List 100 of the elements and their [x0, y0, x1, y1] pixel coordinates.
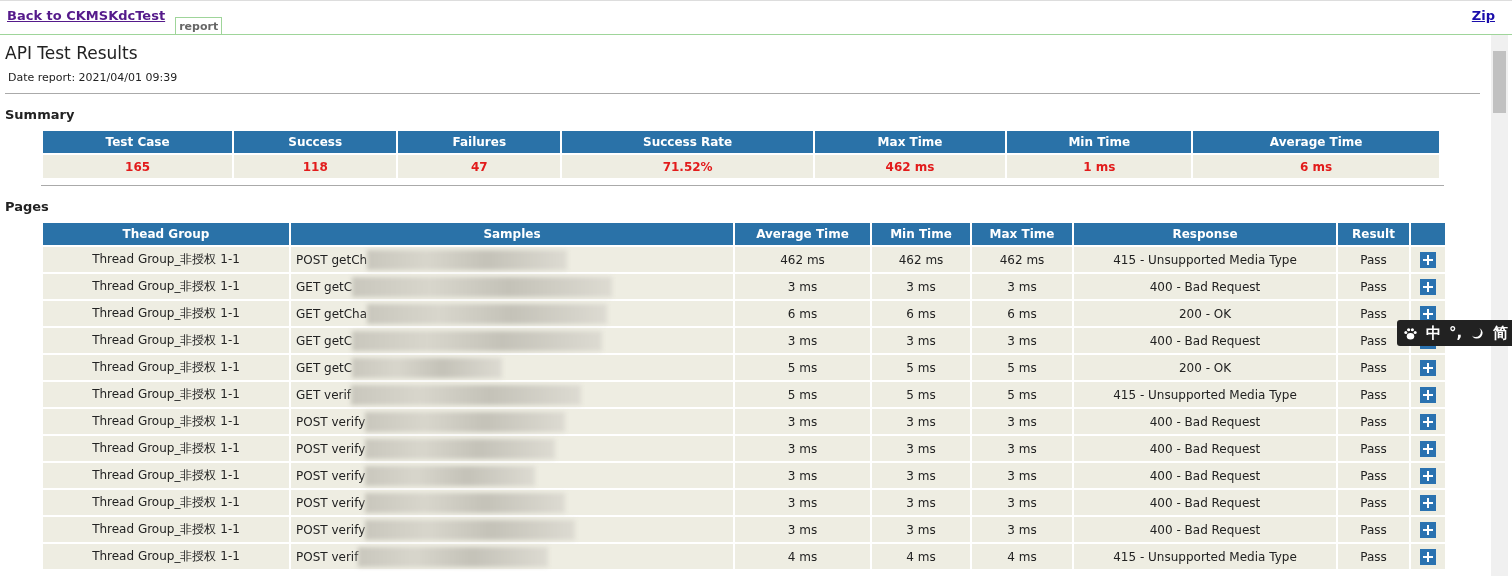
table-cell: 3 ms	[972, 328, 1072, 353]
report-tab[interactable]: report	[175, 17, 223, 34]
table-cell: 4 ms	[872, 544, 970, 569]
table-cell: 400 - Bad Request	[1074, 409, 1336, 434]
table-cell: Pass	[1338, 355, 1409, 380]
table-cell: 3 ms	[735, 274, 870, 299]
table-cell: 4 ms	[735, 544, 870, 569]
table-cell: 415 - Unsupported Media Type	[1074, 544, 1336, 569]
table-cell: 5 ms	[972, 355, 1072, 380]
sample-name: POST verif	[296, 549, 359, 564]
column-header: Average Time	[735, 223, 870, 245]
table-cell: Pass	[1338, 409, 1409, 434]
section-heading: Summary	[5, 107, 76, 122]
table-cell: 3 ms	[735, 436, 870, 461]
table-cell: Thread Group_非授权 1-1	[43, 355, 289, 380]
column-header: Min Time	[872, 223, 970, 245]
table-cell: 3 ms	[972, 274, 1072, 299]
script-mode[interactable]: 简	[1493, 323, 1509, 343]
table-cell: 5 ms	[972, 382, 1072, 407]
table-cell: 4 ms	[972, 544, 1072, 569]
zip-link[interactable]: Zip	[1471, 8, 1495, 23]
table-cell: 3 ms	[972, 409, 1072, 434]
table-cell: 415 - Unsupported Media Type	[1074, 382, 1336, 407]
table-cell: 5 ms	[735, 355, 870, 380]
sample-name: GET getC	[296, 360, 353, 375]
table-cell: Pass	[1338, 463, 1409, 488]
back-link[interactable]: Back to CKMSKdcTest	[7, 8, 166, 23]
scrollbar[interactable]	[1491, 35, 1508, 576]
column-header: Samples	[291, 223, 733, 245]
table-cell: Thread Group_非授权 1-1	[43, 544, 289, 569]
table-cell: 3 ms	[735, 490, 870, 515]
table-cell: 400 - Bad Request	[1074, 517, 1336, 542]
summary-value: 118	[234, 155, 397, 178]
table-cell: 3 ms	[735, 517, 870, 542]
table-cell: Thread Group_非授权 1-1	[43, 382, 289, 407]
column-header: Response	[1074, 223, 1336, 245]
summary-value: 165	[43, 155, 233, 178]
table-cell: 3 ms	[872, 328, 970, 353]
table-cell: 3 ms	[872, 409, 970, 434]
table-cell: Thread Group_非授权 1-1	[43, 436, 289, 461]
table-cell: 5 ms	[872, 355, 970, 380]
sample-name: GET getC	[296, 333, 353, 348]
sample-name: GET getCha	[296, 306, 368, 321]
table-cell: 3 ms	[735, 463, 870, 488]
table-cell: 5 ms	[872, 382, 970, 407]
expand-icon[interactable]	[1420, 305, 1436, 322]
table-cell: 400 - Bad Request	[1074, 274, 1336, 299]
column-header: Test Case	[43, 131, 233, 153]
table-cell: 462 ms	[972, 247, 1072, 272]
summary-value: 462 ms	[814, 155, 1006, 178]
sample-name: GET getC	[296, 279, 353, 294]
table-cell: 3 ms	[872, 463, 970, 488]
table-cell: 3 ms	[972, 517, 1072, 542]
summary-value: 71.52%	[562, 155, 813, 178]
column-header: Success Rate	[562, 131, 813, 153]
table-cell: 415 - Unsupported Media Type	[1074, 247, 1336, 272]
table-cell: 400 - Bad Request	[1074, 490, 1336, 515]
table-cell: 200 - OK	[1074, 355, 1336, 380]
sample-name: POST verify	[296, 522, 366, 537]
table-cell: Pass	[1338, 436, 1409, 461]
table-cell: 3 ms	[972, 463, 1072, 488]
table-cell: Pass	[1338, 382, 1409, 407]
table-cell: 3 ms	[972, 490, 1072, 515]
sample-name: GET verif	[296, 387, 351, 402]
table-cell: 400 - Bad Request	[1074, 328, 1336, 353]
table-cell: Thread Group_非授权 1-1	[43, 328, 289, 353]
sample-name: POST verify	[296, 495, 366, 510]
section-heading: Pages	[5, 199, 50, 214]
column-header: Thead Group	[43, 223, 289, 245]
column-header: Max Time	[972, 223, 1072, 245]
input-mode[interactable]: 中	[1426, 323, 1441, 343]
sample-name: POST verify	[296, 468, 366, 483]
table-cell: 6 ms	[872, 301, 970, 326]
table-cell: Pass	[1338, 301, 1409, 326]
table-cell: Thread Group_非授权 1-1	[43, 490, 289, 515]
table-cell: Thread Group_非授权 1-1	[43, 463, 289, 488]
table-cell: Pass	[1338, 247, 1409, 272]
sample-name: POST verify	[296, 414, 366, 429]
paw-icon[interactable]	[1403, 325, 1418, 341]
table-cell: 3 ms	[872, 517, 970, 542]
table-cell: 6 ms	[972, 301, 1072, 326]
table-cell: Thread Group_非授权 1-1	[43, 247, 289, 272]
column-header: Failures	[398, 131, 561, 153]
punctuation-mode[interactable]: °,	[1449, 324, 1463, 342]
column-header: Average Time	[1193, 131, 1439, 153]
table-cell: 200 - OK	[1074, 301, 1336, 326]
column-header: Min Time	[1007, 131, 1192, 153]
report-date: Date report: 2021/04/01 09:39	[8, 71, 179, 84]
table-cell: 400 - Bad Request	[1074, 463, 1336, 488]
table-cell: 3 ms	[735, 328, 870, 353]
table-cell: Pass	[1338, 274, 1409, 299]
table-cell: Thread Group_非授权 1-1	[43, 301, 289, 326]
table-cell: Pass	[1338, 544, 1409, 569]
column-header: Result	[1338, 223, 1409, 245]
sample-name: POST getCh	[296, 252, 368, 267]
summary-value: 6 ms	[1193, 155, 1439, 178]
table-cell: Thread Group_非授权 1-1	[43, 409, 289, 434]
table-cell: 462 ms	[735, 247, 870, 272]
table-cell: 5 ms	[735, 382, 870, 407]
table-cell: Pass	[1338, 517, 1409, 542]
